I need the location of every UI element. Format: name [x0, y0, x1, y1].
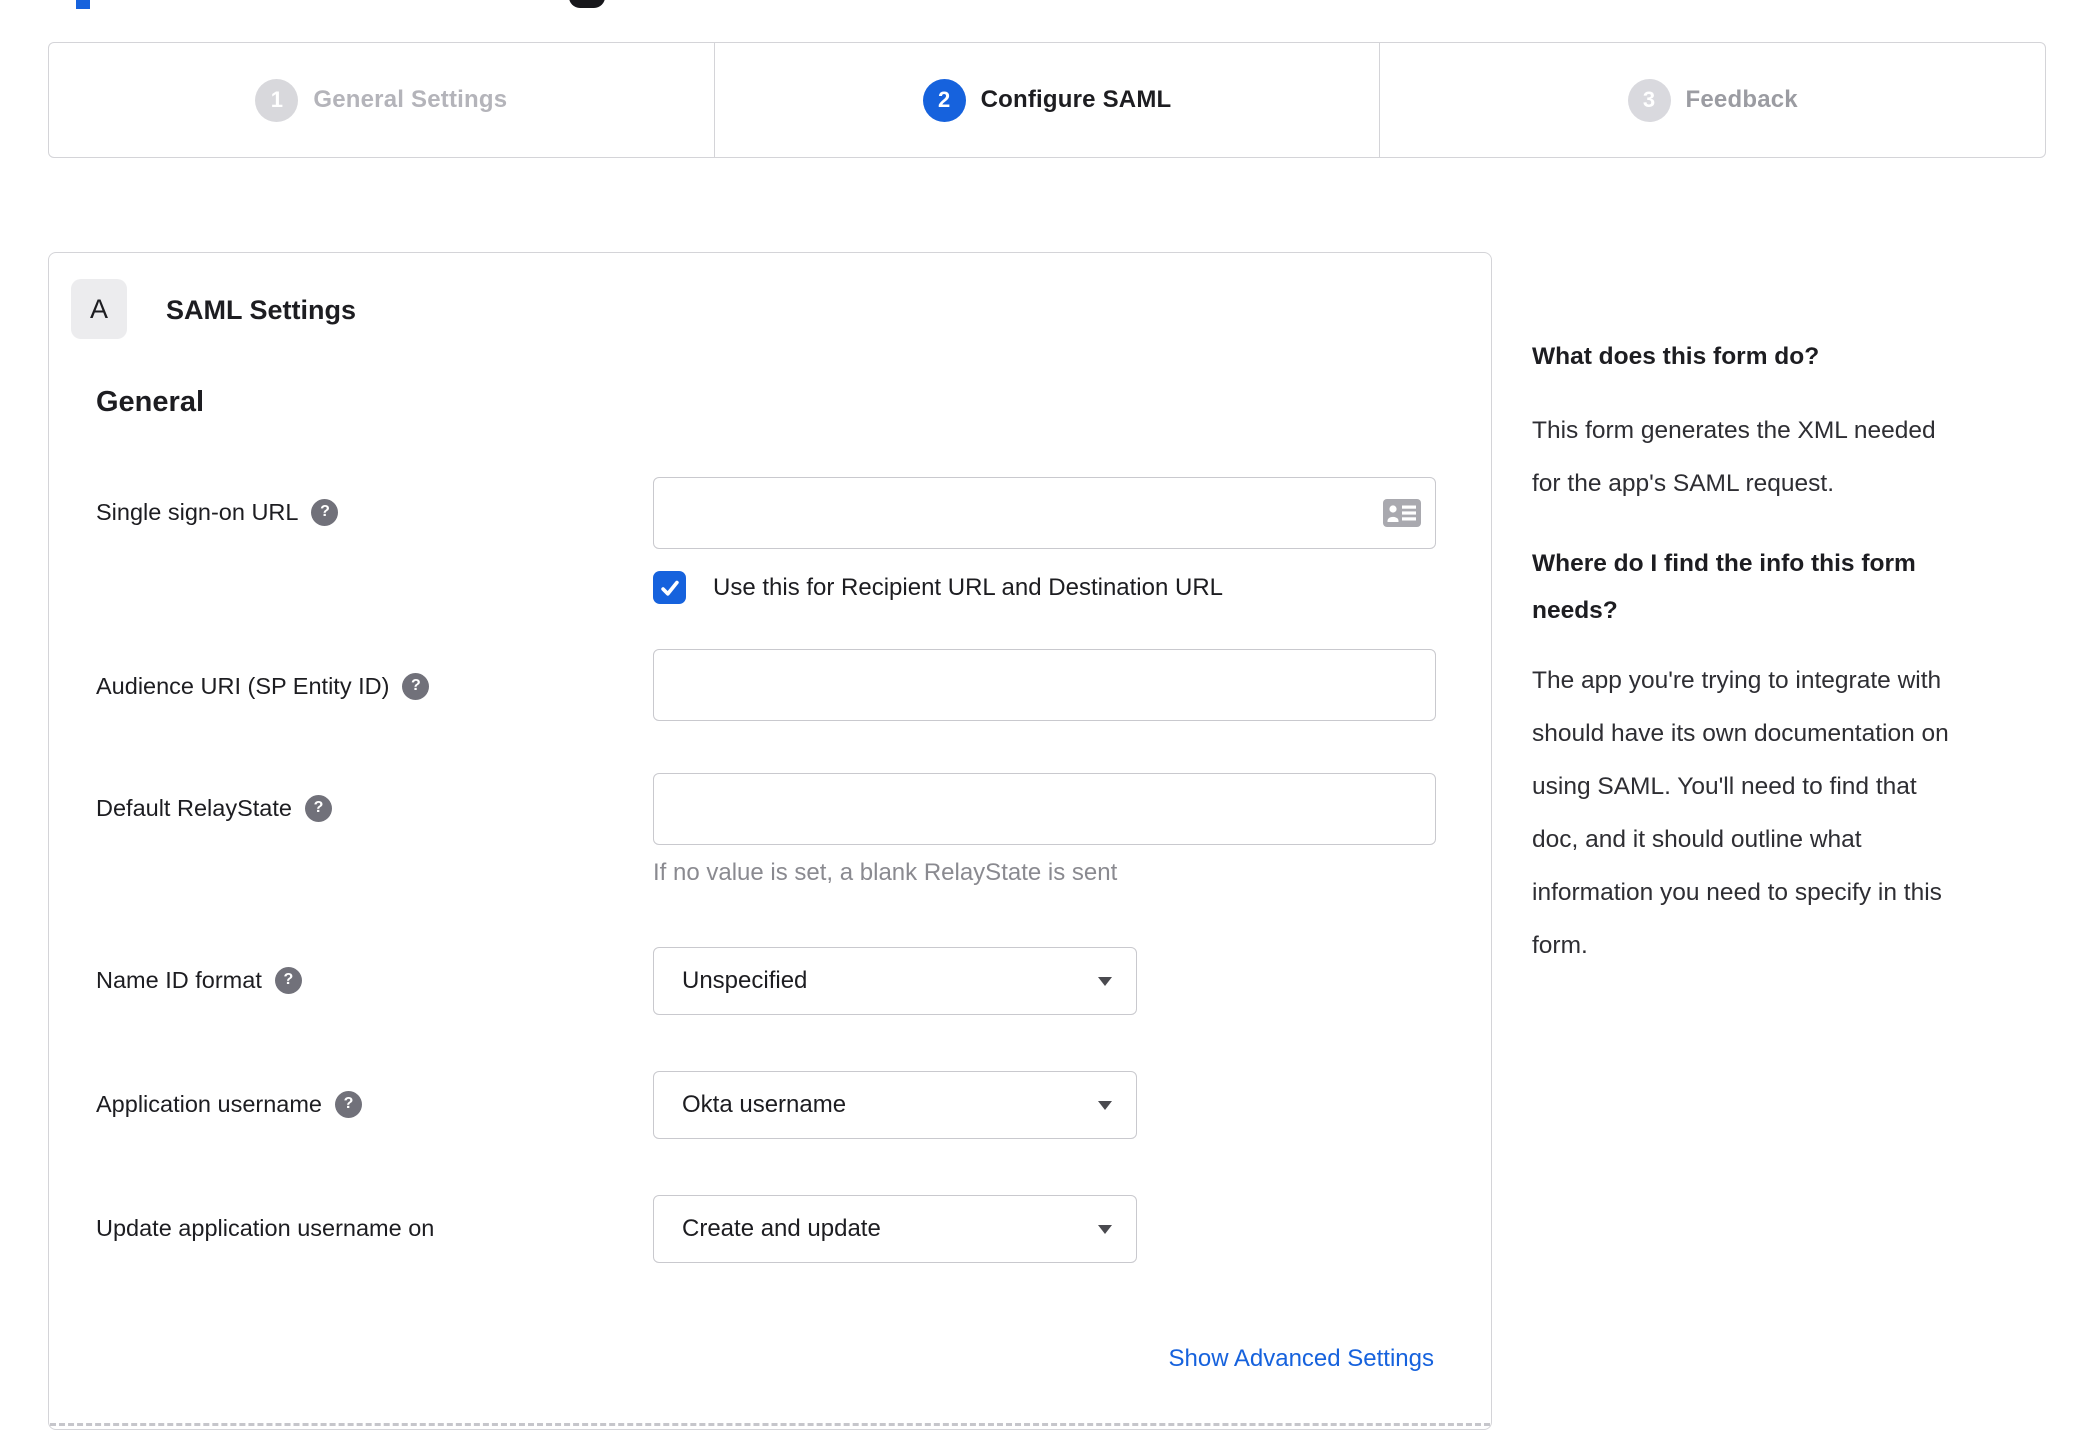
sso-url-label: Single sign-on URL: [96, 499, 299, 525]
step-3-label: Feedback: [1685, 86, 1798, 113]
cropped-header-icon-fragment: [569, 0, 605, 8]
saml-settings-card: A SAML Settings General Single sign-on U…: [48, 252, 1492, 1430]
app-username-help-icon[interactable]: ?: [335, 1090, 362, 1118]
audience-uri-label: Audience URI (SP Entity ID): [96, 673, 390, 699]
step-general-settings[interactable]: 1 General Settings: [49, 43, 714, 157]
section-title: SAML Settings: [166, 295, 357, 325]
step-1-circle: 1: [255, 78, 299, 122]
update-username-select[interactable]: Create and update: [653, 1195, 1137, 1263]
chevron-down-icon: [1098, 1224, 1112, 1234]
wizard-stepper: 1 General Settings 2 Configure SAML 3 Fe…: [48, 42, 2046, 158]
sso-url-input[interactable]: [653, 477, 1436, 549]
contact-card-icon: [1383, 499, 1421, 527]
recipient-url-checkbox-row: Use this for Recipient URL and Destinati…: [653, 571, 1223, 604]
update-username-label-row: Update application username on: [96, 1213, 434, 1243]
help-panel: What does this form do? This form genera…: [1532, 333, 2057, 972]
recipient-url-checkbox[interactable]: [653, 571, 686, 604]
help-question-1: What does this form do?: [1532, 343, 1820, 370]
audience-uri-help-icon[interactable]: ?: [402, 672, 430, 700]
relaystate-label-row: Default RelayState ?: [96, 793, 332, 823]
app-username-select[interactable]: Okta username: [653, 1071, 1137, 1139]
section-a-badge: A: [71, 279, 127, 339]
audience-uri-label-row: Audience URI (SP Entity ID) ?: [96, 671, 430, 701]
checkmark-icon: [660, 580, 679, 596]
sso-url-label-row: Single sign-on URL ?: [96, 497, 339, 527]
relaystate-help-icon[interactable]: ?: [304, 794, 332, 822]
cropped-header-blue-fragment: [76, 0, 90, 9]
chevron-down-icon: [1098, 976, 1112, 986]
app-username-label: Application username: [96, 1091, 322, 1117]
update-username-value: Create and update: [682, 1215, 881, 1242]
general-group-heading: General: [96, 386, 204, 418]
relaystate-label: Default RelayState: [96, 795, 292, 821]
step-2-circle: 2: [922, 78, 966, 122]
help-answer-2: The app you're trying to integrate with …: [1532, 667, 1949, 959]
relaystate-helper-text: If no value is set, a blank RelayState i…: [653, 859, 1118, 886]
app-username-label-row: Application username ?: [96, 1089, 362, 1119]
relaystate-input-wrap: [653, 773, 1436, 845]
audience-uri-input[interactable]: [653, 649, 1436, 721]
sso-url-input-wrap: [653, 477, 1436, 549]
audience-uri-input-wrap: [653, 649, 1436, 721]
nameid-format-value: Unspecified: [682, 967, 808, 994]
step-feedback[interactable]: 3 Feedback: [1379, 43, 2045, 157]
nameid-format-label-row: Name ID format ?: [96, 965, 302, 995]
relaystate-input[interactable]: [653, 773, 1436, 845]
step-2-label: Configure SAML: [980, 86, 1172, 113]
nameid-format-help-icon[interactable]: ?: [274, 966, 302, 994]
step-3-circle: 3: [1627, 78, 1671, 122]
step-1-label: General Settings: [313, 86, 508, 113]
app-username-value: Okta username: [682, 1091, 847, 1118]
help-answer-1: This form generates the XML needed for t…: [1532, 417, 1936, 497]
update-username-label: Update application username on: [96, 1215, 435, 1241]
help-question-2: Where do I find the info this form needs…: [1532, 550, 1916, 624]
sso-url-help-icon[interactable]: ?: [311, 498, 339, 526]
show-advanced-settings-link[interactable]: Show Advanced Settings: [1168, 1345, 1434, 1373]
recipient-url-checkbox-label: Use this for Recipient URL and Destinati…: [713, 573, 1224, 601]
step-configure-saml[interactable]: 2 Configure SAML: [713, 43, 1380, 157]
nameid-format-label: Name ID format: [96, 967, 262, 993]
nameid-format-select[interactable]: Unspecified: [653, 947, 1137, 1015]
chevron-down-icon: [1098, 1100, 1112, 1110]
